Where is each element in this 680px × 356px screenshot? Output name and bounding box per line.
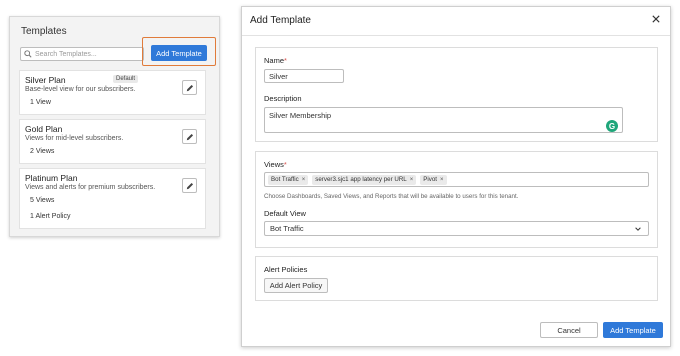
- template-name: Platinum Plan: [25, 173, 78, 183]
- description-label: Description: [264, 94, 302, 103]
- default-view-value: Bot Traffic: [270, 224, 304, 233]
- template-description: Views and alerts for premium subscribers…: [25, 184, 156, 191]
- chevron-down-icon: [634, 225, 642, 235]
- view-chip: Bot Traffic ×: [268, 174, 309, 185]
- edit-template-button[interactable]: [182, 129, 197, 144]
- template-description: Base-level view for our subscribers.: [25, 86, 136, 93]
- default-view-label: Default View: [264, 209, 306, 218]
- views-help-text: Choose Dashboards, Saved Views, and Repo…: [264, 193, 519, 200]
- template-name: Silver Plan: [25, 75, 66, 85]
- views-section: Views* Bot Traffic × server3.sjc1 app lat…: [255, 151, 658, 248]
- view-chip: Pivot ×: [420, 174, 447, 185]
- close-icon: [652, 14, 660, 26]
- chip-remove-icon[interactable]: ×: [410, 177, 414, 183]
- chip-remove-icon[interactable]: ×: [302, 177, 306, 183]
- pencil-icon: [186, 177, 194, 195]
- add-template-button[interactable]: Add Template: [151, 45, 207, 61]
- add-alert-policy-button[interactable]: Add Alert Policy: [264, 278, 328, 293]
- required-marker: *: [283, 160, 287, 169]
- views-multiselect[interactable]: Bot Traffic × server3.sjc1 app latency pe…: [264, 172, 649, 187]
- template-views-count: 1 View: [30, 99, 51, 106]
- alert-policies-section: Alert Policies Add Alert Policy: [255, 256, 658, 301]
- pencil-icon: [186, 128, 194, 146]
- cancel-button[interactable]: Cancel: [540, 322, 598, 338]
- basic-info-section: Name* Silver Description Silver Membersh…: [255, 47, 658, 142]
- template-card-silver[interactable]: Silver Plan Default Base-level view for …: [19, 70, 206, 115]
- name-field[interactable]: Silver: [264, 69, 344, 83]
- search-icon: [24, 45, 32, 63]
- pencil-icon: [186, 79, 194, 97]
- template-views-count: 5 Views: [30, 197, 55, 204]
- template-card-platinum[interactable]: Platinum Plan Views and alerts for premi…: [19, 168, 206, 229]
- alert-policies-label: Alert Policies: [264, 265, 308, 274]
- modal-title: Add Template: [250, 15, 311, 26]
- view-chip: server3.sjc1 app latency per URL ×: [312, 174, 417, 185]
- templates-title: Templates: [21, 26, 67, 37]
- required-marker: *: [284, 56, 287, 65]
- search-placeholder: Search Templates...: [35, 50, 97, 58]
- template-description: Views for mid-level subscribers.: [25, 135, 124, 142]
- default-badge: Default: [113, 75, 139, 83]
- description-field[interactable]: Silver Membership: [264, 107, 623, 133]
- template-name: Gold Plan: [25, 124, 63, 134]
- name-label: Name*: [264, 56, 287, 65]
- header-divider: [242, 35, 670, 36]
- grammarly-icon[interactable]: G: [606, 120, 618, 132]
- add-template-submit-button[interactable]: Add Template: [603, 322, 663, 338]
- chip-remove-icon[interactable]: ×: [440, 177, 444, 183]
- add-template-modal: Add Template Name* Silver Description Si…: [241, 6, 671, 347]
- edit-template-button[interactable]: [182, 80, 197, 95]
- default-view-select[interactable]: Bot Traffic: [264, 221, 649, 236]
- views-label: Views*: [264, 160, 287, 169]
- template-alert-policy-count: 1 Alert Policy: [30, 213, 71, 220]
- close-button[interactable]: [650, 14, 662, 26]
- search-templates-input[interactable]: Search Templates...: [20, 47, 144, 61]
- edit-template-button[interactable]: [182, 178, 197, 193]
- template-card-gold[interactable]: Gold Plan Views for mid-level subscriber…: [19, 119, 206, 164]
- template-views-count: 2 Views: [30, 148, 55, 155]
